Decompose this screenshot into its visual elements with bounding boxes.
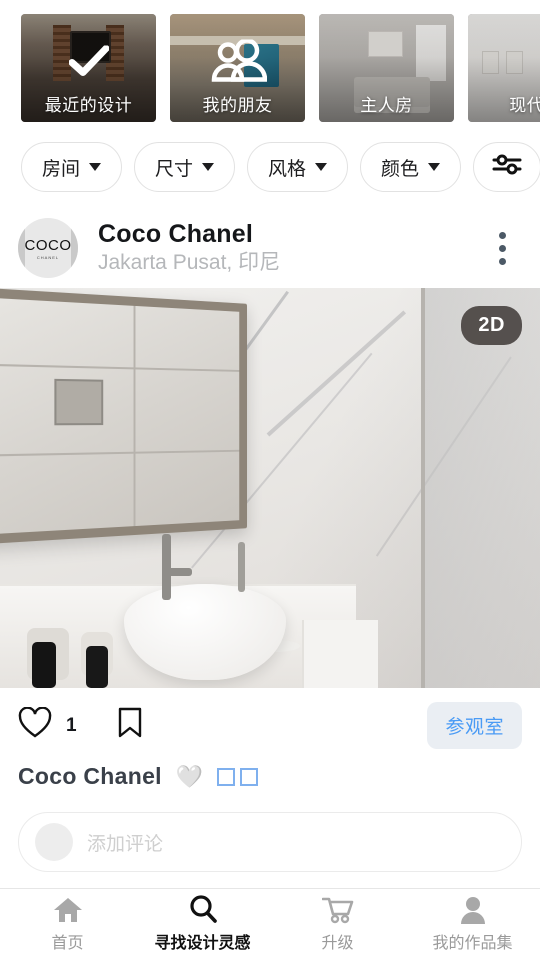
category-carousel[interactable]: 最近的设计 我的朋友 主人房 现代	[0, 0, 540, 134]
nav-item-home[interactable]: 首页	[0, 896, 135, 953]
like-count: 1	[66, 714, 77, 736]
people-icon	[209, 37, 267, 88]
nav-item-my-portfolio[interactable]: 我的作品集	[405, 896, 540, 953]
filter-chip-room[interactable]: 房间	[21, 142, 123, 192]
nav-label: 寻找设计灵感	[154, 935, 251, 952]
tofu-box-icon	[240, 767, 259, 786]
faucet-secondary-object	[237, 542, 245, 592]
category-card-modern-kitchen[interactable]: 现代厨	[468, 14, 540, 122]
home-icon	[53, 896, 83, 924]
design-image-photo	[0, 288, 540, 688]
kebab-menu-icon[interactable]	[488, 231, 522, 265]
avatar-brand-subtext: CHANEL	[36, 254, 60, 260]
design-image[interactable]: 2D	[0, 288, 540, 688]
app-root: 最近的设计 我的朋友 主人房 现代 房间 尺寸 风格 颜色 COCO CHANE…	[0, 0, 540, 960]
nav-item-upgrade[interactable]: 升级	[270, 896, 405, 953]
vanity-cabinet-object	[302, 620, 378, 688]
unsupported-emoji-group	[217, 767, 259, 786]
avatar-brand-text: COCO	[24, 236, 72, 254]
filter-chip-label: 颜色	[381, 158, 420, 180]
category-label: 我的朋友	[202, 96, 273, 115]
search-icon	[188, 895, 218, 924]
bottom-navigation[interactable]: 首页 寻找设计灵感 升级 我的作品集	[0, 888, 540, 960]
avatar-edge-right	[71, 218, 78, 278]
white-heart-icon: 🤍	[175, 763, 204, 789]
filter-chip-style[interactable]: 风格	[247, 142, 349, 192]
nav-label: 首页	[51, 935, 84, 952]
view-mode-badge[interactable]: 2D	[461, 306, 522, 345]
chevron-down-icon	[428, 163, 441, 171]
comment-input-placeholder[interactable]: 添加评论	[87, 829, 163, 856]
visit-room-button[interactable]: 参观室	[427, 702, 522, 749]
bottle-object	[32, 642, 57, 688]
bookmark-button[interactable]	[117, 707, 143, 744]
like-button[interactable]: 1	[18, 706, 77, 744]
filter-chip-label: 房间	[42, 158, 81, 180]
filter-chip-row[interactable]: 房间 尺寸 风格 颜色	[0, 134, 540, 206]
faucet-object	[162, 534, 192, 600]
post-header[interactable]: COCO CHANEL Coco Chanel Jakarta Pusat, 印…	[0, 206, 540, 288]
avatar[interactable]: COCO CHANEL	[18, 218, 78, 278]
category-label: 现代厨	[509, 96, 540, 115]
category-card-recent[interactable]: 最近的设计	[21, 14, 156, 122]
cart-icon	[321, 896, 354, 924]
person-icon	[459, 896, 487, 924]
tofu-box-icon	[217, 767, 236, 786]
mirror-object	[0, 288, 248, 545]
chevron-down-icon	[315, 163, 328, 171]
heart-outline-icon	[18, 706, 52, 744]
category-card-master-bedroom[interactable]: 主人房	[319, 14, 454, 122]
nav-label: 我的作品集	[432, 935, 513, 952]
check-icon	[68, 44, 109, 82]
category-label: 最近的设计	[44, 96, 133, 115]
chevron-down-icon	[202, 163, 215, 171]
filter-chip-more-options[interactable]	[473, 142, 540, 192]
filter-chip-label: 风格	[268, 158, 307, 180]
post-author-location: Jakarta Pusat, 印尼	[98, 251, 281, 275]
chevron-down-icon	[89, 163, 102, 171]
bottle-object	[86, 646, 109, 688]
scroll-content[interactable]: 最近的设计 我的朋友 主人房 现代 房间 尺寸 风格 颜色 COCO CHANE…	[0, 0, 540, 888]
post-author-meta: Coco Chanel Jakarta Pusat, 印尼	[78, 220, 488, 277]
comment-composer[interactable]: 添加评论	[18, 812, 522, 872]
post-caption: Coco Chanel 🤍	[0, 757, 540, 790]
glass-partition	[421, 288, 540, 688]
nav-label: 升级	[321, 935, 354, 952]
category-label: 主人房	[360, 96, 413, 115]
user-avatar-icon	[35, 823, 73, 861]
bookmark-outline-icon	[117, 707, 143, 744]
caption-title: Coco Chanel	[18, 763, 162, 789]
tune-sliders-icon	[492, 152, 522, 182]
filter-chip-label: 尺寸	[155, 158, 194, 180]
nav-item-search-inspiration[interactable]: 寻找设计灵感	[135, 895, 270, 953]
post-action-bar: 1 参观室	[0, 688, 540, 757]
filter-chip-color[interactable]: 颜色	[360, 142, 462, 192]
category-card-friends[interactable]: 我的朋友	[170, 14, 305, 122]
post-author-name[interactable]: Coco Chanel	[98, 220, 488, 249]
filter-chip-size[interactable]: 尺寸	[134, 142, 236, 192]
